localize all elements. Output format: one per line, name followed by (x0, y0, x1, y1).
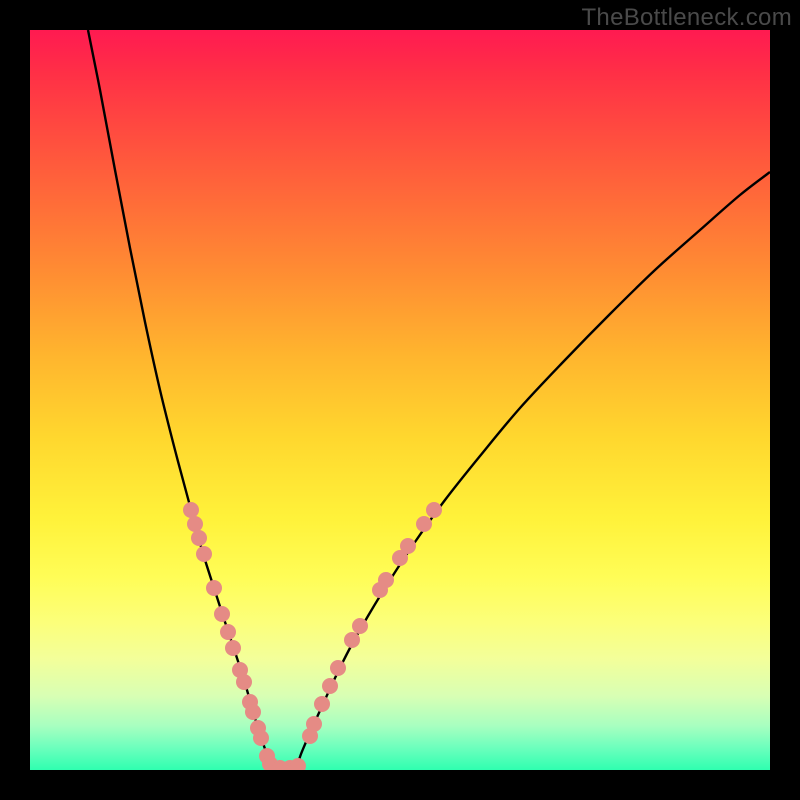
data-marker (352, 618, 368, 634)
data-marker (196, 546, 212, 562)
data-marker (330, 660, 346, 676)
data-marker (225, 640, 241, 656)
chart-svg (30, 30, 770, 770)
data-marker (426, 502, 442, 518)
data-marker (187, 516, 203, 532)
data-marker (416, 516, 432, 532)
data-marker (214, 606, 230, 622)
data-marker (400, 538, 416, 554)
data-marker (290, 758, 306, 770)
data-marker (344, 632, 360, 648)
data-marker (220, 624, 236, 640)
data-marker (245, 704, 261, 720)
data-marker (378, 572, 394, 588)
data-markers (183, 502, 442, 770)
bottleneck-curves (88, 30, 770, 768)
chart-frame (30, 30, 770, 770)
data-marker (314, 696, 330, 712)
data-marker (322, 678, 338, 694)
data-marker (206, 580, 222, 596)
data-marker (183, 502, 199, 518)
data-marker (191, 530, 207, 546)
data-marker (236, 674, 252, 690)
curve-right-curve (296, 172, 770, 768)
curve-left-curve (88, 30, 271, 768)
data-marker (306, 716, 322, 732)
watermark-label: TheBottleneck.com (581, 4, 792, 32)
data-marker (253, 730, 269, 746)
